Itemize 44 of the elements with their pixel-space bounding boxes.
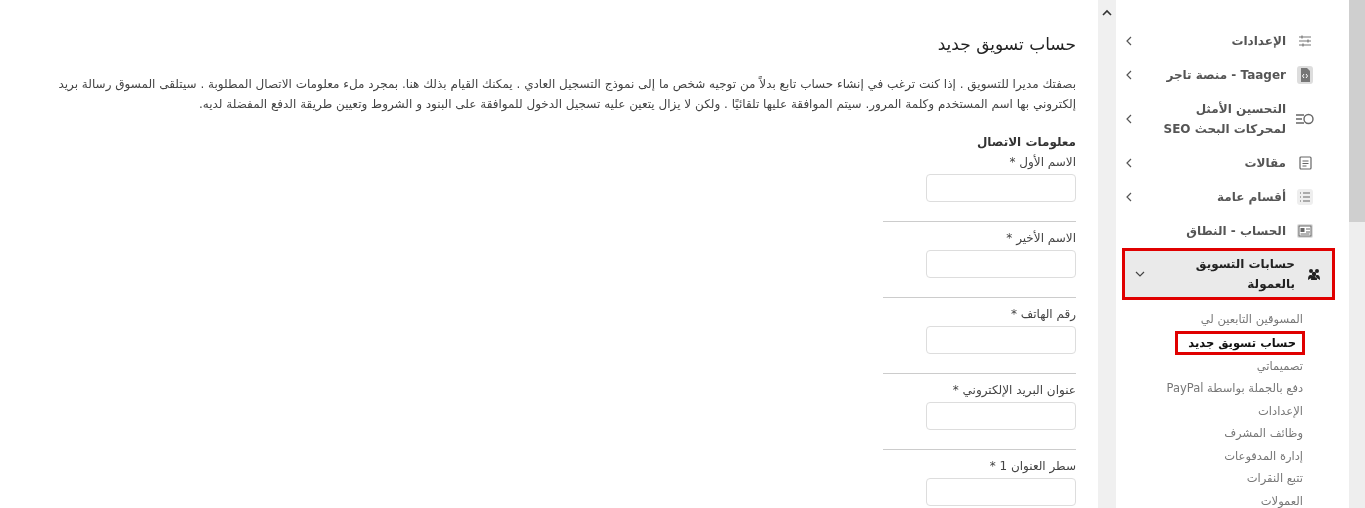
field-label: الاسم الأخير *	[1006, 230, 1076, 246]
submenu-link[interactable]: العمولات	[1260, 489, 1303, 508]
document-icon	[1298, 156, 1312, 170]
scroll-up-icon[interactable]	[1102, 9, 1112, 16]
chevron-left-icon	[1126, 114, 1132, 124]
sliders-icon	[1298, 34, 1312, 48]
sidebar-item[interactable]: حسابات التسويق بالعمولة	[1122, 248, 1335, 300]
submenu-link[interactable]: الإعدادات	[1258, 399, 1303, 422]
file-code-icon	[1297, 66, 1313, 84]
input-field[interactable]	[926, 478, 1076, 506]
field-label: سطر العنوان 1 *	[989, 458, 1076, 474]
submenu-link[interactable]: تتبع النقرات	[1246, 467, 1303, 490]
input-field[interactable]	[926, 402, 1076, 430]
description-text: بصفتك مديرا للتسويق . إذا كنت ترغب في إنشاء حساب تابع بدلاً من توجيه شخص ما إلى نموذج التسجيل العادي . يمكنك القيام بذلك هنا. بمجرد ملء معلومات الاتصال المطلوبة . سيتلقى المسوق رسالة بريد إلكتروني بها اسم المستخدم وكلمة المرور. سيتم الموافقة عليها تلقائيًا . ولكن لا يزال يتعين عليه تسجيل الدخول للموافقة على البنود و الشروط وتعيين طريقة الدفع المفضلة لديه.	[57, 75, 1076, 114]
people-icon	[1307, 267, 1321, 281]
section-heading: معلومات الاتصال	[976, 134, 1076, 150]
submenu-link[interactable]: وظائف المشرف	[1224, 422, 1303, 445]
chevron-left-icon	[1126, 36, 1132, 46]
field-label: رقم الهاتف *	[1010, 306, 1076, 322]
lines-circle-icon	[1295, 112, 1315, 126]
sidebar-item[interactable]: الإعدادات	[1116, 24, 1335, 58]
submenu-link[interactable]: المسوقين التابعين لي	[1200, 308, 1303, 331]
sidebar-item[interactable]: الحساب - النطاق	[1116, 214, 1335, 248]
sidebar-item[interactable]: أقسام عامة	[1116, 180, 1335, 214]
chevron-left-icon	[1126, 158, 1132, 168]
sidebar-item[interactable]: التحسين الأمثل لمحركات البحث SEO	[1116, 92, 1335, 146]
field-label: الاسم الأول *	[1009, 154, 1076, 170]
submenu-link[interactable]: إدارة المدفوعات	[1224, 444, 1303, 467]
input-field[interactable]	[926, 326, 1076, 354]
submenu-link[interactable]: تصميماتي	[1256, 354, 1303, 377]
input-field[interactable]	[926, 250, 1076, 278]
sidebar-item[interactable]: Taager - منصة تاجر	[1116, 58, 1335, 92]
chevron-left-icon	[1126, 70, 1132, 80]
submenu-link[interactable]: دفع بالجملة بواسطة PayPal	[1166, 377, 1303, 400]
input-field[interactable]	[926, 174, 1076, 202]
id-card-icon	[1297, 224, 1313, 238]
sidebar-item[interactable]: مقالات	[1116, 146, 1335, 180]
chevron-left-icon	[1126, 192, 1132, 202]
list-icon	[1297, 189, 1313, 205]
field-label: عنوان البريد الإلكتروني *	[952, 382, 1076, 398]
page-title: حساب تسويق جديد	[937, 34, 1076, 54]
chevron-down-icon	[1135, 271, 1145, 277]
scrollbar-thumb[interactable]	[1349, 0, 1365, 222]
submenu-link[interactable]: حساب تسويق جديد	[1175, 330, 1305, 355]
